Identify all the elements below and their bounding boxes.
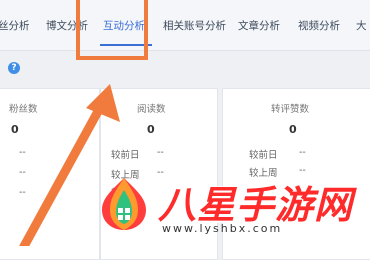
brand-logo-icon [102, 178, 146, 230]
watermark-url: www.lyshbx.com [162, 222, 283, 235]
watermark-brand: 八星手游网 [158, 183, 354, 227]
watermark: 八星手游网 www.lyshbx.com [96, 176, 366, 236]
